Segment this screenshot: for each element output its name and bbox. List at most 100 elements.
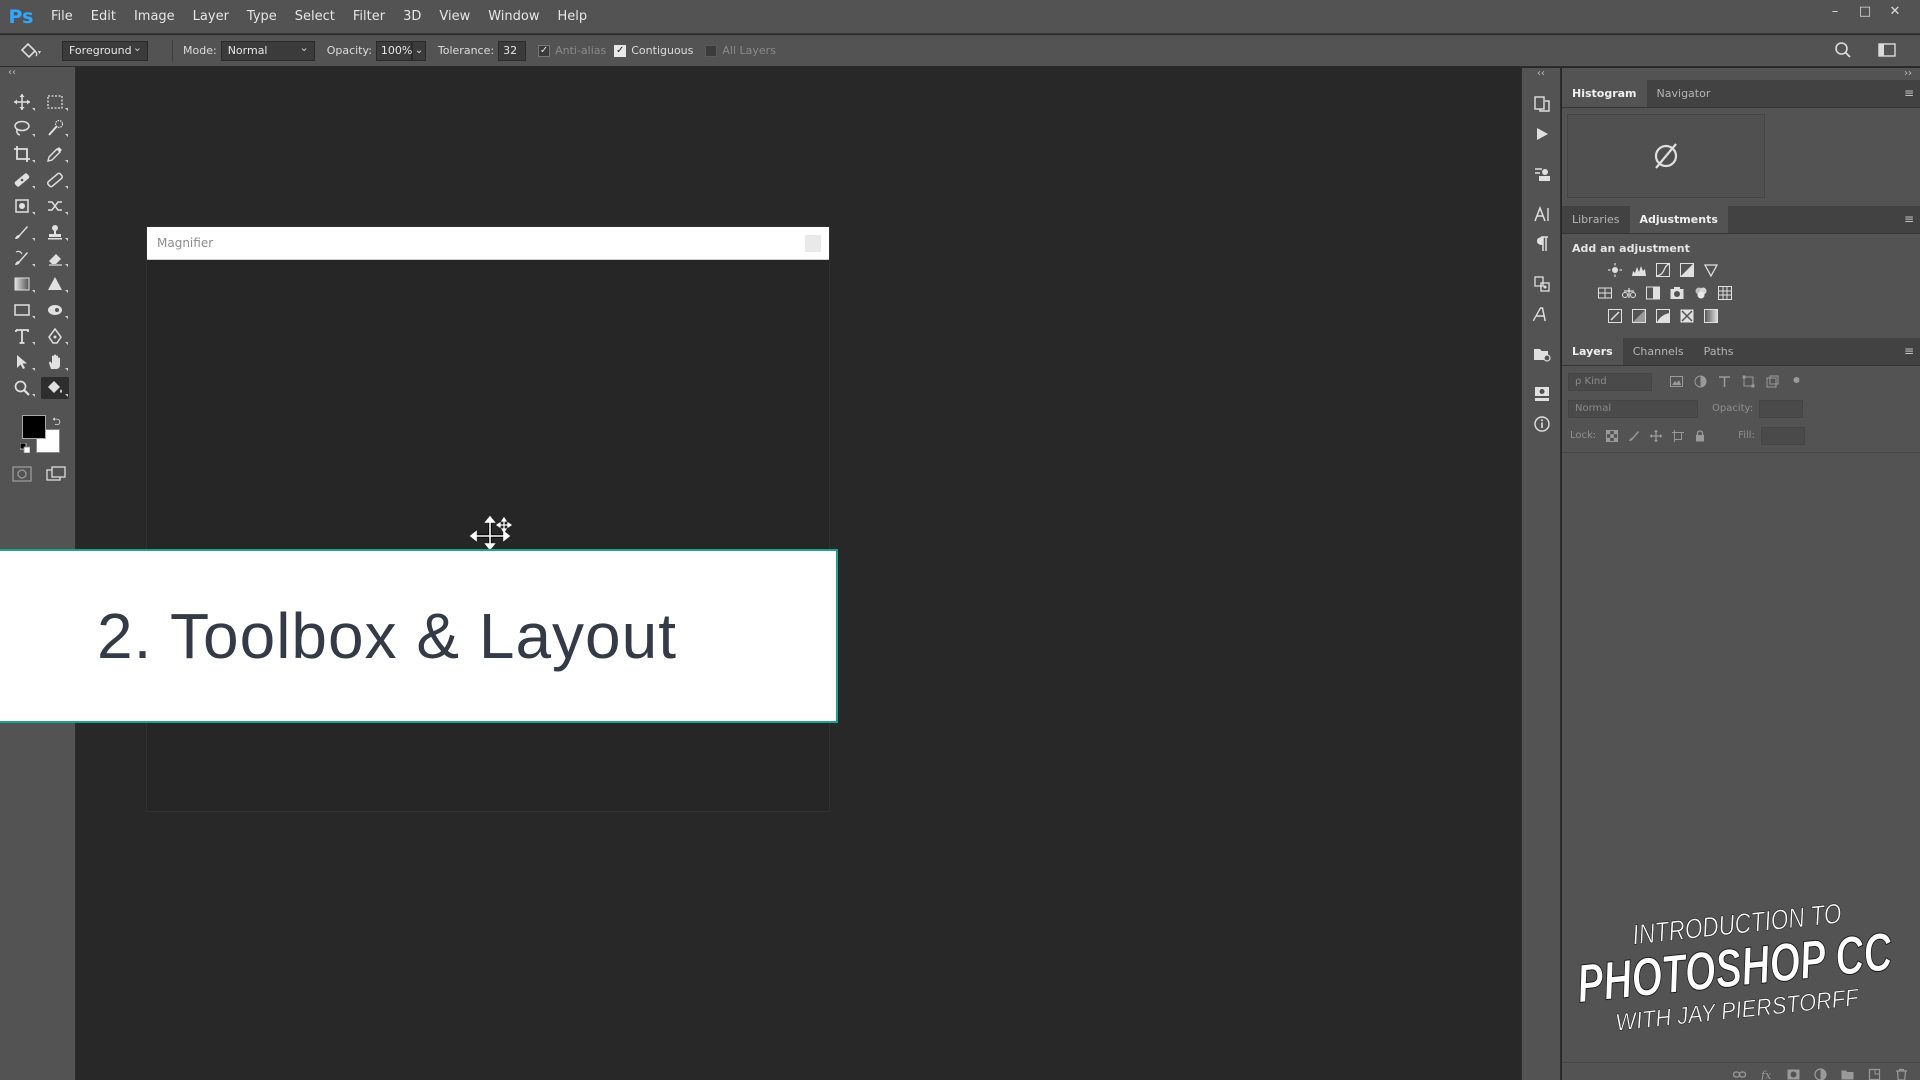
new-adjustment-layer-icon[interactable] [1811, 1067, 1829, 1080]
tolerance-field[interactable]: 32 [498, 40, 527, 61]
contiguous-checkbox[interactable]: ✓ [614, 44, 627, 57]
menu-3d[interactable]: 3D [394, 0, 430, 34]
clone-stamp-tool[interactable] [41, 221, 69, 243]
magnifier-close-button[interactable] [805, 235, 821, 252]
opacity-field[interactable]: 100% [375, 40, 412, 61]
delete-layer-icon[interactable] [1892, 1067, 1910, 1080]
maximize-button[interactable]: □ [1850, 0, 1880, 22]
gradient-map-icon[interactable] [1702, 308, 1720, 324]
blend-mode-dropdown[interactable]: Normal [1568, 399, 1698, 418]
contiguous-option[interactable]: ✓ Contiguous [614, 44, 693, 57]
invert-icon[interactable] [1606, 308, 1624, 324]
fill-source-dropdown[interactable]: Foreground [62, 39, 148, 61]
lock-position-icon[interactable] [1646, 428, 1666, 444]
menu-edit[interactable]: Edit [82, 0, 125, 34]
levels-icon[interactable] [1630, 262, 1648, 278]
zoom-tool[interactable] [8, 377, 36, 399]
history-panel-button[interactable] [1522, 90, 1562, 118]
history-brush-tool[interactable] [8, 247, 36, 269]
spot-healing-brush-tool[interactable] [8, 169, 36, 191]
add-mask-icon[interactable] [1784, 1067, 1802, 1080]
panel-menu-icon[interactable]: ≡ [1904, 344, 1914, 358]
type-tool[interactable] [8, 325, 36, 347]
link-layers-icon[interactable] [1730, 1067, 1748, 1080]
brightness-contrast-icon[interactable] [1606, 262, 1624, 278]
default-colors-icon[interactable] [20, 443, 30, 453]
rectangular-marquee-tool[interactable] [41, 91, 69, 113]
lock-artboard-icon[interactable] [1668, 428, 1688, 444]
eyedropper-tool[interactable] [41, 143, 69, 165]
all-layers-checkbox[interactable] [705, 44, 718, 57]
shape-filter-icon[interactable] [1738, 373, 1758, 391]
brush-tool[interactable] [8, 221, 36, 243]
layer-style-fx-icon[interactable]: fx [1757, 1067, 1775, 1080]
layer-opacity-field[interactable] [1759, 399, 1804, 418]
menu-file[interactable]: File [42, 0, 82, 34]
layer-kind-filter[interactable]: ρ Kind [1568, 372, 1652, 391]
blur-tool[interactable] [41, 273, 69, 295]
libraries-panel-button[interactable] [1522, 340, 1562, 368]
quick-mask-icon[interactable] [12, 466, 32, 482]
menu-view[interactable]: View [430, 0, 479, 34]
posterize-icon[interactable] [1630, 308, 1648, 324]
panel-menu-icon[interactable]: ≡ [1904, 86, 1914, 100]
lock-transparency-icon[interactable] [1602, 428, 1622, 444]
tool-preset-picker[interactable] [0, 42, 62, 60]
glyphs-panel-button[interactable] [1522, 300, 1562, 328]
pen-tool[interactable] [41, 325, 69, 347]
actions-panel-button[interactable] [1522, 120, 1562, 148]
tab-layers[interactable]: Layers [1562, 338, 1623, 365]
minimize-button[interactable]: – [1820, 0, 1850, 22]
dock-collapse-button[interactable]: ‹‹ [1522, 68, 1560, 80]
lock-all-icon[interactable] [1690, 428, 1710, 444]
close-button[interactable]: ✕ [1880, 0, 1910, 22]
magnifier-titlebar[interactable]: Magnifier [147, 227, 829, 260]
adjustment-filter-icon[interactable] [1690, 373, 1710, 391]
exposure-icon[interactable] [1678, 262, 1696, 278]
move-tool[interactable] [8, 91, 36, 113]
panel-menu-icon[interactable]: ≡ [1904, 212, 1914, 226]
content-aware-tool[interactable] [8, 195, 36, 217]
new-layer-icon[interactable] [1865, 1067, 1883, 1080]
fill-field[interactable] [1760, 426, 1805, 445]
vibrance-icon[interactable] [1702, 262, 1720, 278]
gradient-tool[interactable] [8, 273, 36, 295]
anti-alias-option[interactable]: ✓ Anti-alias [538, 44, 606, 57]
lasso-tool[interactable] [8, 117, 36, 139]
color-balance-icon[interactable] [1620, 285, 1638, 301]
menu-filter[interactable]: Filter [344, 0, 394, 34]
menu-layer[interactable]: Layer [184, 0, 238, 34]
all-layers-option[interactable]: All Layers [705, 44, 776, 57]
channel-mixer-icon[interactable] [1692, 285, 1710, 301]
anti-alias-checkbox[interactable]: ✓ [538, 44, 551, 57]
menu-image[interactable]: Image [125, 0, 184, 34]
color-lookup-icon[interactable] [1716, 285, 1734, 301]
tab-paths[interactable]: Paths [1694, 338, 1744, 365]
paragraph-panel-button[interactable] [1522, 230, 1562, 258]
tab-libraries[interactable]: Libraries [1562, 206, 1630, 233]
tab-channels[interactable]: Channels [1623, 338, 1694, 365]
eraser-tool[interactable] [41, 247, 69, 269]
type-filter-icon[interactable] [1714, 373, 1734, 391]
selective-color-icon[interactable] [1678, 308, 1696, 324]
clone-source-panel-button[interactable] [1522, 270, 1562, 298]
menu-type[interactable]: Type [238, 0, 286, 34]
hand-tool[interactable] [41, 351, 69, 373]
content-aware-move-tool[interactable] [41, 195, 69, 217]
path-selection-tool[interactable] [8, 351, 36, 373]
info-panel-button[interactable] [1522, 410, 1562, 438]
filter-toggle-icon[interactable] [1786, 373, 1806, 391]
tab-adjustments[interactable]: Adjustments [1629, 206, 1728, 233]
paint-bucket-tool[interactable] [41, 377, 69, 399]
foreground-color-swatch[interactable] [22, 415, 46, 439]
tab-histogram[interactable]: Histogram [1562, 80, 1647, 107]
crop-tool[interactable] [8, 143, 36, 165]
swap-colors-icon[interactable]: ⮌ [52, 413, 61, 432]
black-white-icon[interactable] [1644, 285, 1662, 301]
threshold-icon[interactable] [1654, 308, 1672, 324]
photo-filter-icon[interactable] [1668, 285, 1686, 301]
menu-help[interactable]: Help [549, 0, 597, 34]
tool-presets-panel-button[interactable] [1522, 380, 1562, 408]
menu-select[interactable]: Select [286, 0, 344, 34]
toolbar-collapse-button[interactable]: ‹‹ [0, 67, 75, 79]
